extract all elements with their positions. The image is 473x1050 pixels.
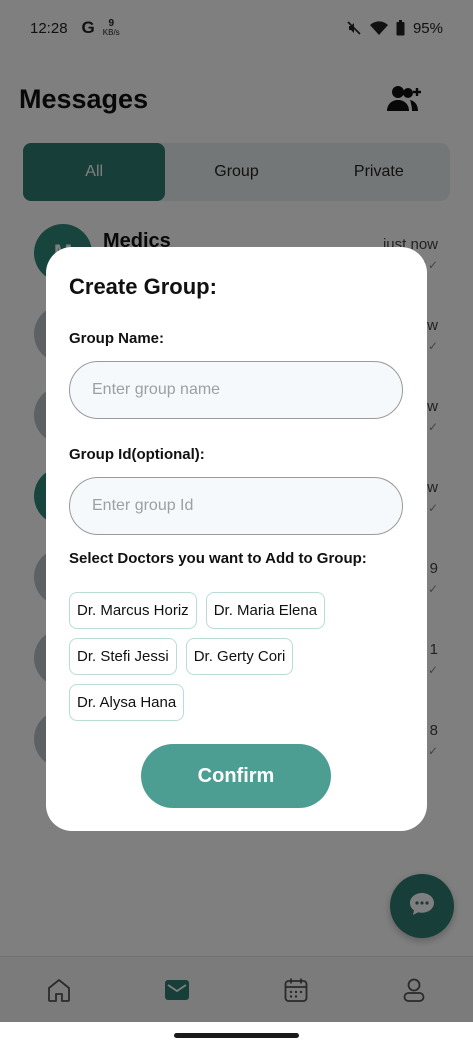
doctor-chip[interactable]: Dr. Marcus Horiz (69, 592, 197, 629)
confirm-button[interactable]: Confirm (141, 744, 331, 808)
group-id-input[interactable] (69, 477, 403, 535)
group-id-label: Group Id(optional): (69, 446, 205, 463)
doctor-chip[interactable]: Dr. Maria Elena (205, 592, 326, 629)
doctor-chips: Dr. Marcus Horiz Dr. Maria Elena Dr. Ste… (69, 592, 409, 721)
doctor-chip[interactable]: Dr. Stefi Jessi (69, 638, 177, 675)
group-name-input[interactable] (69, 361, 403, 419)
create-group-dialog: Create Group: Group Name: Group Id(optio… (46, 247, 427, 831)
group-name-label: Group Name: (69, 330, 165, 347)
doctor-chip[interactable]: Dr. Alysa Hana (69, 684, 185, 721)
dialog-title: Create Group: (69, 274, 217, 299)
gesture-bar[interactable] (174, 1033, 299, 1038)
select-doctors-label: Select Doctors you want to Add to Group: (69, 550, 367, 567)
doctor-chip[interactable]: Dr. Gerty Cori (185, 638, 294, 675)
